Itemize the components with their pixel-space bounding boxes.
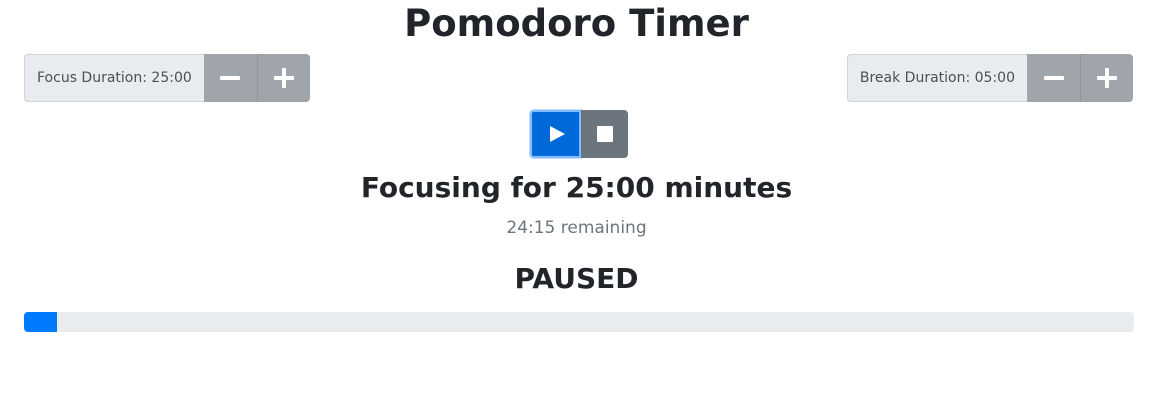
timer-state: PAUSED xyxy=(514,262,639,295)
pomodoro-page: Pomodoro Timer Focus Duration: 25:00 Bre… xyxy=(0,0,1153,413)
session-heading: Focusing for 25:00 minutes xyxy=(360,171,793,204)
progress-bar xyxy=(24,312,1134,332)
break-duration-control: Break Duration: 05:00 xyxy=(846,54,1133,102)
break-decrease-button[interactable] xyxy=(1027,54,1080,102)
break-increase-button[interactable] xyxy=(1080,54,1133,102)
timer-controls xyxy=(530,110,628,158)
page-title: Pomodoro Timer xyxy=(404,2,749,45)
play-button[interactable] xyxy=(530,110,581,158)
break-duration-label: Break Duration: 05:00 xyxy=(846,54,1027,102)
focus-increase-button[interactable] xyxy=(256,54,310,102)
focus-duration-control: Focus Duration: 25:00 xyxy=(24,54,310,102)
play-icon xyxy=(549,126,565,142)
stop-icon xyxy=(596,126,613,142)
stop-button[interactable] xyxy=(581,110,628,158)
time-remaining: 24:15 remaining xyxy=(506,218,647,238)
plus-icon xyxy=(273,68,294,88)
focus-decrease-button[interactable] xyxy=(203,54,257,102)
plus-icon xyxy=(1097,68,1117,88)
focus-duration-label: Focus Duration: 25:00 xyxy=(24,54,204,102)
minus-icon xyxy=(1043,76,1064,80)
minus-icon xyxy=(220,76,241,80)
progress-fill xyxy=(24,312,58,332)
